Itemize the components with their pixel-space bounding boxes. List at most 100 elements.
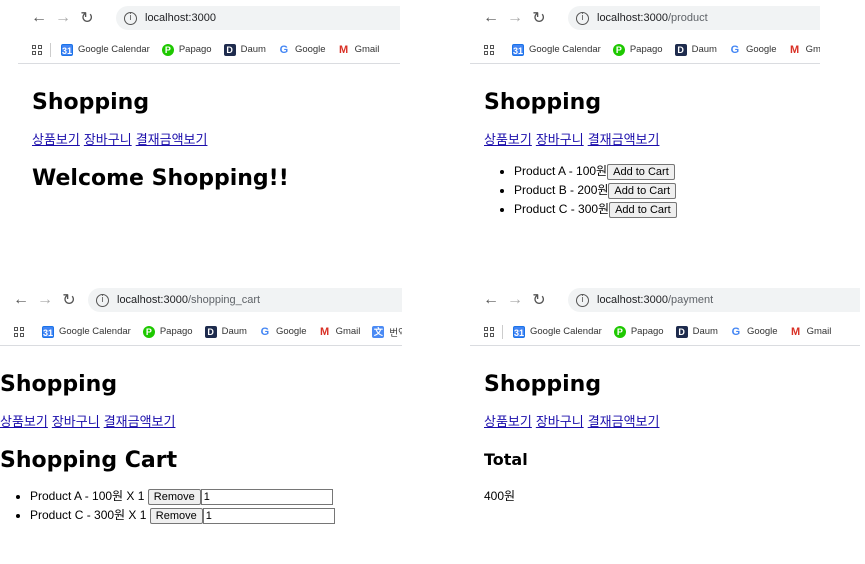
browser-toolbar: ← → ↻ i localhost:3000/shopping_cart xyxy=(0,282,402,318)
reload-icon[interactable]: ↻ xyxy=(76,7,98,29)
bookmark-gmail[interactable]: MGmail xyxy=(789,44,820,56)
site-title: Shopping xyxy=(0,372,118,397)
daum-icon: D xyxy=(675,325,688,338)
nav-link-products[interactable]: 상품보기 xyxy=(484,132,532,147)
bookmark-daum[interactable]: D Daum xyxy=(675,325,718,338)
quantity-input[interactable]: 1 xyxy=(200,488,333,505)
bookmark-daum[interactable]: D Daum xyxy=(223,43,266,56)
add-to-cart-button[interactable]: Add to Cart xyxy=(609,201,677,218)
address-bar[interactable]: i localhost:3000/product xyxy=(568,6,820,30)
url-text: localhost:3000/product xyxy=(597,12,708,24)
bookmark-translate[interactable]: 文번역 xyxy=(372,325,402,339)
quantity-input[interactable]: 1 xyxy=(202,507,335,524)
google-icon: G xyxy=(279,43,289,56)
gmail-icon: M xyxy=(338,43,349,56)
bookmark-daum[interactable]: D Daum xyxy=(204,325,247,338)
forward-arrow-icon[interactable]: → xyxy=(504,289,526,311)
nav-link-payment[interactable]: 결재금액보기 xyxy=(588,414,660,429)
nav-link-cart[interactable]: 장바구니 xyxy=(52,414,100,429)
nav-link-payment[interactable]: 결재금액보기 xyxy=(104,414,176,429)
address-bar[interactable]: i localhost:3000 xyxy=(116,6,400,30)
site-nav: 상품보기 장바구니 결재금액보기 xyxy=(32,129,386,148)
apps-grid-icon[interactable] xyxy=(14,326,24,337)
list-item: Product A - 100원 X 1 Remove1 xyxy=(30,487,388,506)
nav-link-payment[interactable]: 결재금액보기 xyxy=(588,132,660,147)
bookmark-gmail[interactable]: MGmail xyxy=(319,326,360,338)
home-page-window: ← → ↻ i localhost:3000 31 Google Calendar… xyxy=(18,0,400,240)
nav-link-products[interactable]: 상품보기 xyxy=(32,132,80,147)
page-content: Shopping 상품보기 장바구니 결재금액보기 Shopping Cart Pr… xyxy=(0,372,402,525)
back-arrow-icon[interactable]: ← xyxy=(480,7,502,29)
gmail-icon: M xyxy=(790,325,801,338)
bookmark-gmail[interactable]: MGmail xyxy=(338,43,379,56)
address-bar[interactable]: i localhost:3000/shopping_cart xyxy=(88,288,402,312)
bookmarks-bar: 31 Google Calendar P Papago D Daum G Google … xyxy=(470,36,820,64)
total-heading: Total xyxy=(484,450,528,469)
forward-arrow-icon[interactable]: → xyxy=(504,7,526,29)
browser-toolbar: ← → ↻ i localhost:3000 xyxy=(18,0,400,36)
bookmark-google[interactable]: G Google xyxy=(278,44,326,56)
page-content: Shopping 상품보기 장바구니 결재금액보기 Welcome Shopping… xyxy=(18,90,400,191)
bookmark-google-calendar[interactable]: 31 Google Calendar xyxy=(61,43,150,56)
forward-arrow-icon[interactable]: → xyxy=(52,7,74,29)
reload-icon[interactable]: ↻ xyxy=(58,289,80,311)
site-info-icon[interactable]: i xyxy=(124,11,137,25)
product-label: Product A - 100원 xyxy=(514,164,608,178)
cart-item-label: Product A - 100원 X 1 xyxy=(30,489,145,503)
bookmark-papago[interactable]: P Papago xyxy=(612,43,663,56)
reload-icon[interactable]: ↻ xyxy=(528,289,550,311)
bookmark-papago[interactable]: P Papago xyxy=(142,325,193,338)
product-label: Product B - 200원 xyxy=(514,183,609,197)
papago-icon: P xyxy=(161,43,174,56)
add-to-cart-button[interactable]: Add to Cart xyxy=(608,182,677,199)
bookmark-google[interactable]: G Google xyxy=(730,326,778,338)
bookmark-papago[interactable]: P Papago xyxy=(161,43,212,56)
daum-icon: D xyxy=(674,43,687,56)
remove-button[interactable]: Remove xyxy=(149,507,203,524)
site-info-icon[interactable]: i xyxy=(576,293,589,307)
bookmark-google[interactable]: G Google xyxy=(729,44,777,56)
back-arrow-icon[interactable]: ← xyxy=(28,7,50,29)
cart-page-window: ← → ↻ i localhost:3000/shopping_cart 31 G… xyxy=(0,282,402,564)
site-title: Shopping xyxy=(484,90,602,115)
bookmark-papago[interactable]: P Papago xyxy=(613,325,664,338)
url-text: localhost:3000/shopping_cart xyxy=(117,294,261,306)
bookmark-daum[interactable]: D Daum xyxy=(674,43,717,56)
nav-link-products[interactable]: 상품보기 xyxy=(484,414,532,429)
bookmarks-bar: 31 Google Calendar P Papago D Daum G Google … xyxy=(0,318,402,346)
reload-icon[interactable]: ↻ xyxy=(528,7,550,29)
bookmark-google-calendar[interactable]: 31 Google Calendar xyxy=(512,43,601,56)
bookmark-gmail[interactable]: MGmail xyxy=(790,325,831,338)
bookmark-google-calendar[interactable]: 31 Google Calendar xyxy=(42,325,131,338)
site-title: Shopping xyxy=(484,372,602,397)
add-to-cart-button[interactable]: Add to Cart xyxy=(607,163,675,180)
forward-arrow-icon[interactable]: → xyxy=(34,289,56,311)
back-arrow-icon[interactable]: ← xyxy=(10,289,32,311)
nav-link-payment[interactable]: 결재금액보기 xyxy=(136,132,208,147)
back-arrow-icon[interactable]: ← xyxy=(480,289,502,311)
google-icon: G xyxy=(730,43,740,56)
calendar-icon: 31 xyxy=(513,325,525,338)
browser-toolbar: ← → ↻ i localhost:3000/product xyxy=(470,0,820,36)
apps-grid-icon[interactable] xyxy=(484,44,494,55)
cart-list: Product A - 100원 X 1 Remove1 Product C -… xyxy=(30,487,388,525)
cart-item-label: Product C - 300원 X 1 xyxy=(30,508,147,522)
remove-button[interactable]: Remove xyxy=(147,488,201,505)
gmail-icon: M xyxy=(789,43,800,56)
address-bar[interactable]: i localhost:3000/payment xyxy=(568,288,860,312)
total-amount: 400원 xyxy=(484,489,516,503)
apps-grid-icon[interactable] xyxy=(484,326,494,337)
site-info-icon[interactable]: i xyxy=(96,293,109,307)
page-content: Shopping 상품보기 장바구니 결재금액보기 Product A - 100원… xyxy=(470,90,820,219)
nav-link-cart[interactable]: 장바구니 xyxy=(536,132,584,147)
apps-grid-icon[interactable] xyxy=(32,44,42,55)
daum-icon: D xyxy=(223,43,236,56)
papago-icon: P xyxy=(142,325,155,338)
nav-link-products[interactable]: 상품보기 xyxy=(0,414,48,429)
calendar-icon: 31 xyxy=(61,43,73,56)
nav-link-cart[interactable]: 장바구니 xyxy=(84,132,132,147)
site-info-icon[interactable]: i xyxy=(576,11,589,25)
nav-link-cart[interactable]: 장바구니 xyxy=(536,414,584,429)
bookmark-google-calendar[interactable]: 31 Google Calendar xyxy=(513,325,602,338)
bookmark-google[interactable]: G Google xyxy=(259,326,307,338)
